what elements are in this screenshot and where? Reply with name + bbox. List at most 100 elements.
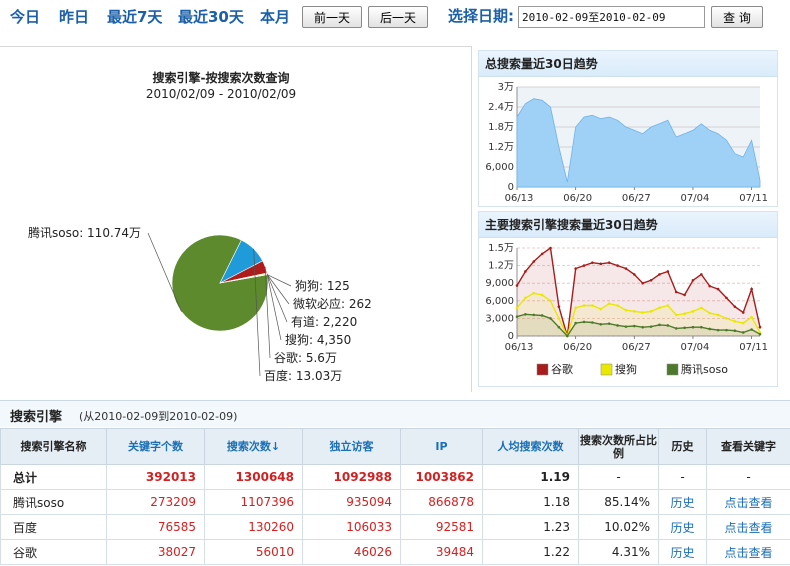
series-point bbox=[582, 320, 586, 324]
legend-label[interactable]: 搜狗 bbox=[615, 362, 637, 376]
series-point bbox=[683, 293, 686, 297]
cell-view-keywords-link[interactable]: 点击查看 bbox=[706, 514, 790, 540]
series-point bbox=[574, 267, 577, 270]
series-point bbox=[607, 261, 611, 264]
engines-trend-title: 主要搜索引擎搜索量近30日趋势 bbox=[479, 212, 777, 238]
series-point bbox=[691, 325, 695, 329]
cell-search-share: - bbox=[578, 464, 659, 490]
series-point bbox=[599, 307, 603, 311]
series-point bbox=[658, 323, 661, 327]
cell-unique-visitors: 935094 bbox=[302, 489, 401, 515]
series-point bbox=[658, 273, 661, 276]
cell-avg-searches: 1.23 bbox=[482, 514, 579, 540]
total-trend-chart: 0 6,000 1.2万 1.8万 2.4万 3万 06/13 06/20 06/27 07/04… bbox=[485, 82, 768, 204]
cell-unique-visitors: 106033 bbox=[302, 514, 401, 540]
col-header-keyword-count[interactable]: 关键字个数 bbox=[106, 428, 205, 465]
series-point bbox=[741, 311, 745, 314]
series-point bbox=[607, 322, 611, 325]
series-point bbox=[515, 315, 519, 318]
series-point bbox=[750, 287, 753, 291]
series-point bbox=[532, 291, 536, 295]
col-header-unique-visitors[interactable]: 独立访客 bbox=[302, 428, 401, 465]
series-point bbox=[708, 284, 712, 288]
pie-slice-label: 百度: 13.03万 bbox=[264, 368, 342, 383]
y-tick-label: 1.2万 bbox=[488, 261, 514, 272]
series-point bbox=[532, 260, 536, 263]
legend-swatch[interactable] bbox=[666, 363, 679, 376]
next-day-button[interactable]: 后一天 bbox=[368, 6, 428, 28]
x-tick-label: 06/27 bbox=[622, 342, 651, 353]
quick-link-last-7-days[interactable]: 最近7天 bbox=[107, 6, 162, 27]
series-point bbox=[750, 328, 753, 331]
query-button[interactable]: 查 询 bbox=[711, 6, 763, 28]
series-point bbox=[616, 304, 619, 307]
cell-keyword-count: 76585 bbox=[106, 514, 205, 540]
y-tick-label: 2.4万 bbox=[488, 102, 514, 113]
x-tick-label: 06/13 bbox=[505, 193, 534, 204]
legend-swatch[interactable] bbox=[600, 363, 613, 376]
y-tick-label: 0 bbox=[508, 182, 514, 193]
cell-history-link[interactable]: 历史 bbox=[658, 489, 707, 515]
quick-link-last-30-days[interactable]: 最近30天 bbox=[178, 6, 244, 27]
series-point bbox=[616, 264, 619, 267]
legend-label[interactable]: 谷歌 bbox=[551, 362, 573, 376]
series-point bbox=[733, 305, 737, 308]
legend-swatch[interactable] bbox=[536, 363, 549, 376]
col-header-ip[interactable]: IP bbox=[400, 428, 483, 465]
table-section-header: 搜索引擎 (从2010-02-09到2010-02-09) bbox=[0, 400, 790, 427]
prev-day-button[interactable]: 前一天 bbox=[302, 6, 362, 28]
series-point bbox=[540, 252, 544, 256]
cell-avg-searches: 1.18 bbox=[482, 489, 579, 515]
series-point bbox=[741, 331, 745, 334]
y-tick-label: 1.8万 bbox=[488, 122, 514, 133]
cell-ip: 92581 bbox=[400, 514, 483, 540]
legend-label[interactable]: 腾讯soso bbox=[681, 362, 728, 376]
cell-keyword-count: 38027 bbox=[106, 539, 205, 565]
pie-slice-label: 搜狗: 4,350 bbox=[285, 332, 351, 347]
cell-search-share: 10.02% bbox=[578, 514, 659, 540]
series-point bbox=[649, 278, 653, 282]
series-point bbox=[674, 313, 678, 317]
series-point bbox=[641, 325, 644, 329]
quick-link-yesterday[interactable]: 昨日 bbox=[59, 6, 89, 27]
series-point bbox=[733, 329, 737, 333]
pie-slice-label: 谷歌: 5.6万 bbox=[274, 350, 337, 365]
cell-ip: 39484 bbox=[400, 539, 483, 565]
series-point bbox=[591, 304, 594, 307]
quick-link-this-month[interactable]: 本月 bbox=[260, 6, 290, 27]
cell-keyword-count: 392013 bbox=[106, 464, 205, 490]
series-point bbox=[633, 310, 636, 313]
col-header-view-keywords: 查看关键字 bbox=[706, 428, 790, 465]
series-point bbox=[633, 273, 636, 276]
cell-avg-searches: 1.22 bbox=[482, 539, 579, 565]
cell-history-link[interactable]: 历史 bbox=[658, 514, 707, 540]
cell-search-share: 85.14% bbox=[578, 489, 659, 515]
pie-slice-label: 狗狗: 125 bbox=[295, 279, 350, 293]
date-range-input[interactable] bbox=[518, 6, 705, 28]
cell-unique-visitors: 1092988 bbox=[302, 464, 401, 490]
total-trend-panel: 总搜索量近30日趋势 0 6,000 1.2万 1.8万 2.4万 3万 06/13 06/2… bbox=[478, 50, 778, 207]
cell-view-keywords-link[interactable]: 点击查看 bbox=[706, 489, 790, 515]
cell-ip: 1003862 bbox=[400, 464, 483, 490]
col-header-engine-name: 搜索引擎名称 bbox=[0, 428, 107, 465]
engines-trend-chart: 0 3,000 6,000 9,000 1.2万 1.5万 06/13 06/20 06/27 0… bbox=[485, 243, 768, 376]
cell-search-count: 1300648 bbox=[204, 464, 303, 490]
pie-chart-title: 搜索引擎-按搜索次数查询 bbox=[152, 71, 290, 85]
cell-view-keywords-link[interactable]: 点击查看 bbox=[706, 539, 790, 565]
series-point bbox=[666, 324, 670, 327]
x-tick-label: 06/20 bbox=[563, 342, 592, 353]
series-point bbox=[574, 306, 577, 310]
series-point bbox=[716, 287, 720, 291]
col-header-search-count[interactable]: 搜索次数↓ bbox=[204, 428, 303, 465]
quick-link-today[interactable]: 今日 bbox=[10, 6, 40, 27]
series-point bbox=[616, 324, 619, 327]
pie-slice-label: 微软必应: 262 bbox=[293, 296, 372, 311]
series-point bbox=[641, 281, 644, 285]
search-engine-table: 搜索引擎名称 关键字个数 搜索次数↓ 独立访客 IP 人均搜索次数 搜索次数所占… bbox=[0, 428, 790, 565]
series-point bbox=[716, 313, 720, 317]
col-header-avg-searches[interactable]: 人均搜索次数 bbox=[482, 428, 579, 465]
cell-history-link[interactable]: 历史 bbox=[658, 539, 707, 565]
series-point bbox=[515, 284, 519, 287]
table-section-range: (从2010-02-09到2010-02-09) bbox=[79, 410, 238, 423]
series-point bbox=[565, 334, 569, 338]
